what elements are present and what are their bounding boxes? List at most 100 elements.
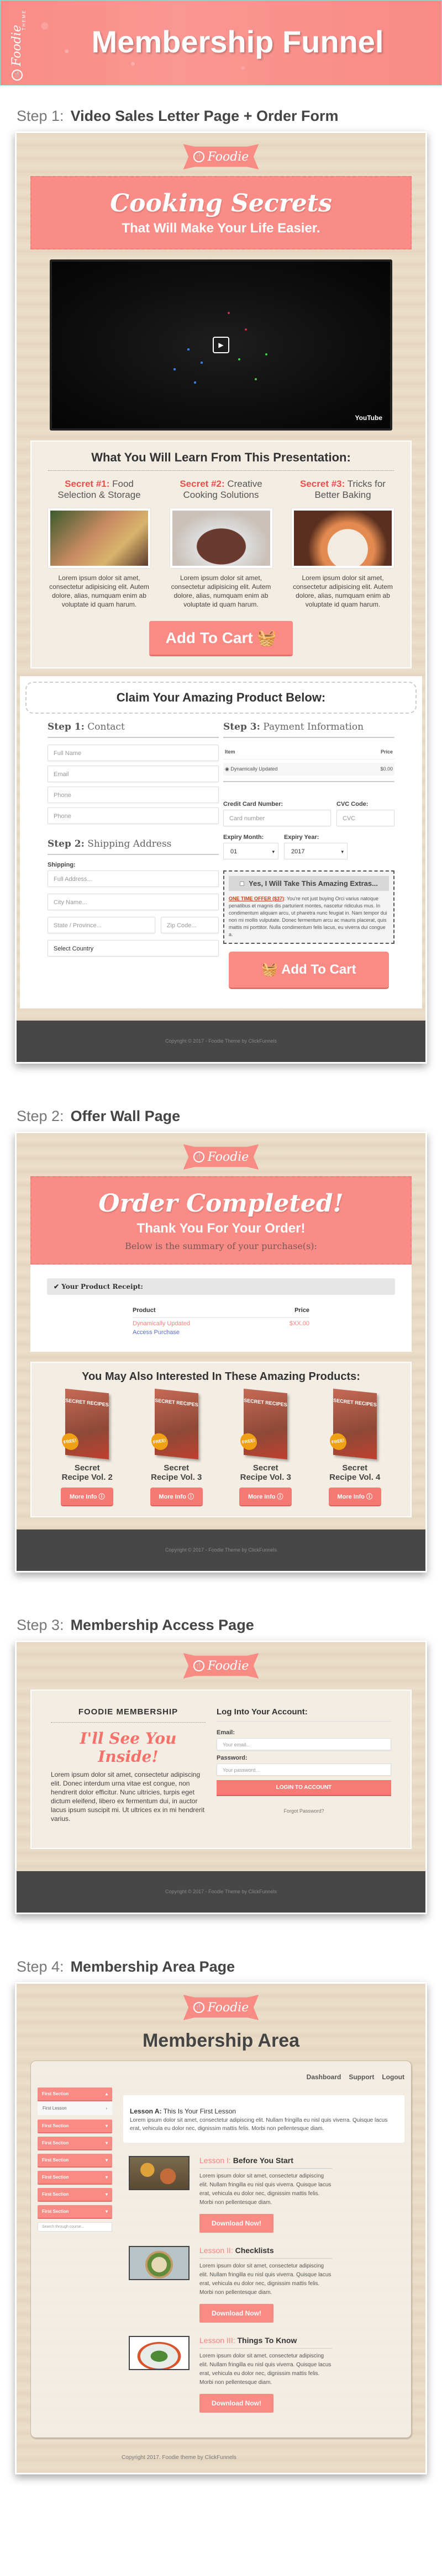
vsl-hero: Cooking Secrets That Will Make Your Life… (30, 176, 412, 249)
product-card: SECRET RECIPES FREE! Secret Recipe Vol. 4 M… (328, 1388, 381, 1506)
free-badge: FREE! (60, 1432, 81, 1452)
offer-wall-screenshot: 🍴 Foodie Order Completed! Thank You For Y… (15, 1132, 427, 1573)
password-label: Password: (217, 1755, 248, 1761)
order-bump-toggle[interactable]: Yes, I Will Take This Amazing Extras... (229, 876, 389, 891)
product-price: $XX.00 (289, 1320, 309, 1327)
nav-logout[interactable]: Logout (382, 2073, 404, 2081)
sidebar-section[interactable]: First Section ▾ (38, 2154, 112, 2168)
order-bump: Yes, I Will Take This Amazing Extras... … (223, 870, 394, 944)
month-label: Expiry Month: (223, 834, 264, 841)
col-price: Price (264, 1304, 309, 1318)
access-page-screenshot: 🍴 Foodie FOODIE MEMBERSHIP I'll See You I… (15, 1640, 427, 1914)
roasted-vegetables-image (129, 2156, 190, 2190)
foodie-logo: 🍴 Foodie (183, 144, 259, 169)
card-number-input[interactable]: Card number (223, 810, 331, 826)
membership-area-title: Membership Area (142, 2030, 300, 2051)
login-button[interactable]: LOGIN TO ACCOUNT (217, 1780, 391, 1796)
email-input[interactable]: Email (48, 766, 219, 782)
broccoli-pot-image (129, 2336, 190, 2370)
product-card: SECRET RECIPES FREE! Secret Recipe Vol. 3 M… (238, 1388, 292, 1506)
sidebar-section[interactable]: First Section ▾ (38, 2188, 112, 2202)
lesson-a-card: Lesson A: This Is Your First Lesson Lore… (123, 2095, 404, 2143)
phone-input[interactable]: Phone (48, 787, 219, 803)
table-row: Dynamically Updated $XX.00 (133, 1318, 309, 1329)
more-info-button[interactable]: More Info ⓘ (328, 1488, 381, 1506)
address-input[interactable]: Full Address... (48, 870, 219, 887)
claim-title: Claim Your Amazing Product Below: (25, 682, 417, 714)
add-to-cart-submit-button[interactable]: 🧺 Add To Cart (229, 952, 389, 989)
learn-title: What You Will Learn From This Presentati… (48, 450, 394, 471)
product-card: SECRET RECIPES FREE! Secret Recipe Vol. 2 M… (60, 1388, 114, 1506)
learn-section: What You Will Learn From This Presentati… (30, 440, 412, 668)
forgot-password-link[interactable]: Forgot Password? (217, 1808, 391, 1814)
course-search-input[interactable]: Search through course... (38, 2222, 112, 2232)
product-price: $0.00 (380, 766, 393, 772)
sidebar-section[interactable]: First Section ▾ (38, 2205, 112, 2219)
expiry-year-select[interactable]: 2017 (284, 843, 348, 860)
offer-text: : You're not just buying Orci varius nat… (229, 896, 387, 937)
nav-support[interactable]: Support (349, 2073, 374, 2081)
secret-card: Secret #1: Food Selection & Storage Lore… (48, 479, 150, 609)
video-player[interactable]: ▶ YouTube (50, 259, 392, 431)
add-to-cart-label: Add To Cart (281, 962, 356, 977)
product-table: Item Price ◉ Dynamically Updated $0.00 (223, 745, 394, 782)
more-info-button[interactable]: More Info ⓘ (239, 1488, 292, 1506)
cc-label: Credit Card Number: (223, 801, 283, 808)
download-button[interactable]: Download Now! (199, 2304, 273, 2323)
sidebar-section[interactable]: First Section ▾ (38, 2171, 112, 2185)
state-input[interactable]: State / Province... (48, 917, 155, 933)
membership-text: Lorem ipsum dolor sit amet, consectetur … (51, 1771, 205, 1823)
order-bump-checkbox[interactable] (240, 881, 245, 886)
play-icon[interactable]: ▶ (213, 337, 229, 353)
lesson-title: This Is Your First Lesson (163, 2107, 236, 2115)
full-name-input[interactable]: Full Name (48, 745, 219, 761)
lesson-text: Lorem ipsum dolor sit amet, consectetur … (130, 2117, 388, 2132)
secret-card: Secret #3: Tricks for Better Baking Lore… (292, 479, 394, 609)
login-panel: FOODIE MEMBERSHIP I'll See You Inside! L… (30, 1690, 412, 1849)
more-info-button[interactable]: More Info ⓘ (61, 1488, 114, 1506)
page-footer: Copyright © 2017 - Foodie Theme by Click… (17, 1529, 425, 1571)
sidebar-section[interactable]: First Section ▾ (38, 2120, 112, 2133)
sidebar-section[interactable]: First Section ▴ (38, 2088, 112, 2101)
book-cover: SECRET RECIPES FREE! (149, 1388, 198, 1460)
zip-input[interactable]: Zip Code... (160, 917, 219, 933)
chevron-right-icon: › (106, 2106, 107, 2111)
expiry-month-select[interactable]: 01 (223, 843, 278, 860)
chevron-down-icon: ▾ (105, 2209, 108, 2214)
info-icon: ⓘ (366, 1494, 373, 1500)
chevron-down-icon: ▾ (105, 2158, 108, 2163)
sidebar-section[interactable]: First Section ▾ (38, 2137, 112, 2150)
add-to-cart-label: Add To Cart (165, 629, 253, 646)
hero-script-title: Order Completed! (98, 1189, 344, 1218)
more-info-button[interactable]: More Info ⓘ (150, 1488, 203, 1506)
free-badge: FREE! (238, 1432, 259, 1452)
city-input[interactable]: City Name... (48, 894, 219, 910)
download-button[interactable]: Download Now! (199, 2214, 273, 2233)
utensils-icon: 🍴 (193, 1151, 204, 1162)
nav-dashboard[interactable]: Dashboard (307, 2073, 341, 2081)
step-title: Offer Wall Page (70, 1108, 181, 1124)
step-number: Step 2: (17, 1108, 64, 1124)
phone-input-2[interactable]: Phone (48, 808, 219, 824)
step-number: Step 1: (17, 108, 64, 124)
sidebar-lesson[interactable]: First Lesson › (38, 2101, 112, 2115)
cvc-input[interactable]: CVC (336, 810, 394, 826)
basket-icon: 🧺 (257, 629, 277, 646)
youtube-logo[interactable]: YouTube (355, 414, 382, 422)
password-input[interactable]: Your password... (217, 1764, 391, 1776)
secret-label: Secret #2: (180, 479, 225, 489)
member-nav: Dashboard Support Logout (38, 2068, 404, 2088)
product-name: Secret Recipe Vol. 2 (61, 1463, 113, 1482)
book-cover: SECRET RECIPES FREE! (328, 1388, 377, 1460)
download-button[interactable]: Download Now! (199, 2394, 273, 2413)
product-radio[interactable]: ◉ (225, 766, 229, 772)
product-row[interactable]: ◉ Dynamically Updated $0.00 (223, 763, 394, 776)
chevron-down-icon: ▾ (105, 2175, 108, 2180)
country-select[interactable]: Select Country (48, 940, 219, 957)
access-purchase-link[interactable]: Access Purchase (133, 1329, 264, 1338)
membership-title: FOODIE MEMBERSHIP (51, 1707, 206, 1723)
add-to-cart-button[interactable]: Add To Cart 🧺 (149, 621, 293, 656)
see-you-inside: I'll See You Inside! (80, 1729, 177, 1766)
product-name: Secret Recipe Vol. 3 (240, 1463, 291, 1482)
email-input[interactable]: Your email... (217, 1738, 391, 1750)
